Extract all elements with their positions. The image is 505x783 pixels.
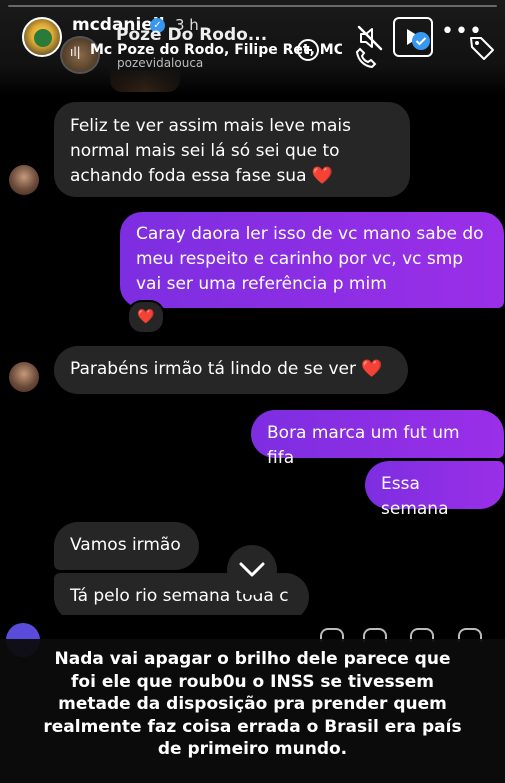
story-caption: Nada vai apagar o brilho dele parece que… [0,639,505,783]
message-reaction[interactable]: ❤️ [127,300,165,334]
story-header: mcdaniell ✓ 3 h ıl| Poze Do Rodo... Mc P… [0,0,505,95]
profile-avatar[interactable] [22,17,62,57]
music-wave-icon: ıl| [70,45,81,59]
sent-message[interactable]: Caray daora ler isso de vc mano sabe do … [120,212,504,308]
heart-reaction-icon: ❤️ [137,309,155,325]
sender-avatar [9,362,39,392]
sender-avatar [9,165,39,195]
sent-message[interactable]: Essa semana [365,461,504,519]
received-message[interactable]: Feliz te ver assim mais leve mais normal… [54,102,410,197]
chevron-down-icon [239,562,265,577]
message-text: Vamos irmão [70,535,181,555]
caption-text: Nada vai apagar o brilho dele parece que… [43,649,462,759]
heart-emoji: ❤️ [311,166,334,186]
music-handle: pozevidalouca [117,56,204,70]
verified-badge-icon [410,30,432,52]
message-text: Parabéns irmão tá lindo de se ver [70,359,356,379]
received-message[interactable]: Vamos irmão [54,522,199,570]
message-text: Feliz te ver assim mais leve mais normal… [70,116,351,186]
heart-emoji: ❤️ [361,359,383,379]
message-text: Caray daora ler isso de vc mano sabe do … [136,224,484,294]
story-progress-bar [8,5,497,7]
story-viewer: Feliz te ver assim mais leve mais normal… [0,0,505,783]
received-message[interactable]: Parabéns irmão tá lindo de se ver ❤️ [54,346,408,394]
message-text: Essa semana [381,474,449,519]
muted-speaker-icon[interactable] [352,20,388,56]
share-icon[interactable] [290,32,326,68]
sent-message[interactable]: Bora marca um fut um fifa [251,410,504,468]
scroll-down-button[interactable] [227,545,277,595]
tag-icon[interactable] [464,30,500,66]
